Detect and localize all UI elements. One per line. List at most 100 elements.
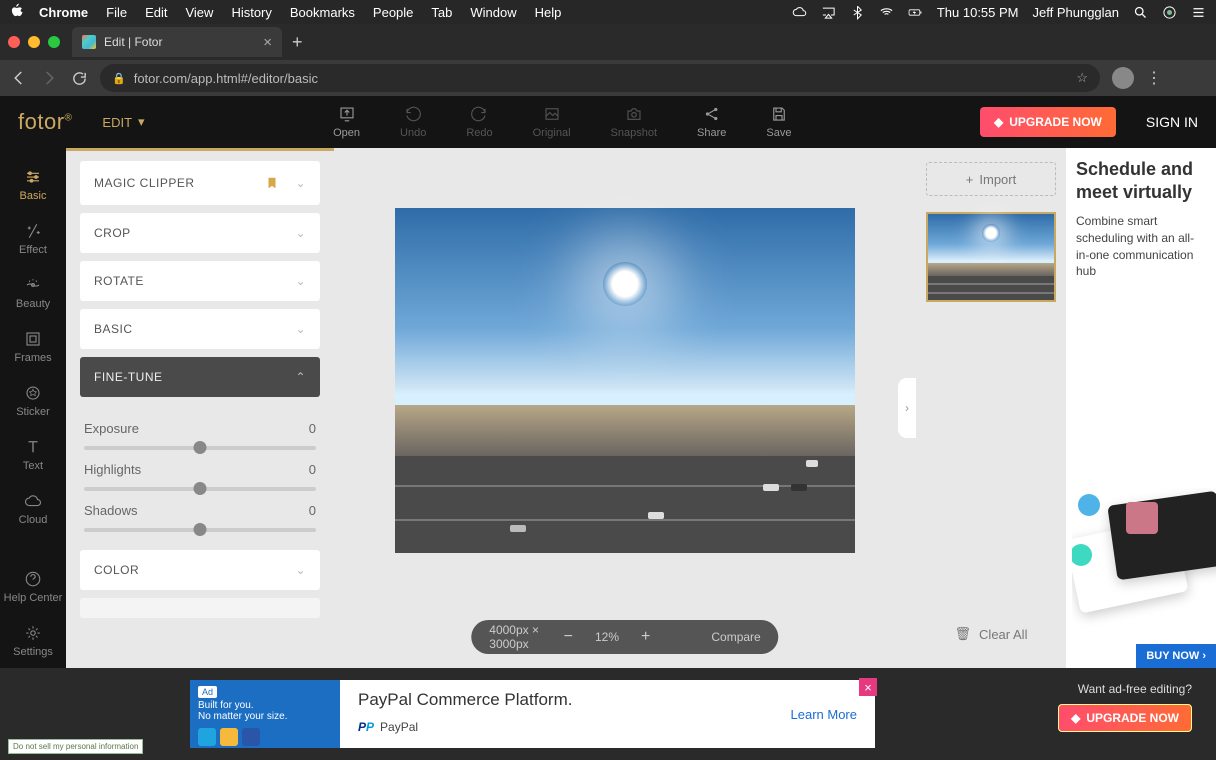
spotlight-icon[interactable] bbox=[1133, 5, 1148, 20]
menu-edit[interactable]: Edit bbox=[145, 5, 167, 20]
menu-view[interactable]: View bbox=[185, 5, 213, 20]
chevron-down-icon: ⌄ bbox=[295, 322, 306, 336]
shadows-slider[interactable] bbox=[84, 528, 316, 532]
undo-button[interactable]: Undo bbox=[400, 105, 426, 139]
accordion-crop[interactable]: CROP⌄ bbox=[80, 213, 320, 253]
image-thumbnail[interactable] bbox=[926, 212, 1056, 302]
window-minimize[interactable] bbox=[28, 36, 40, 48]
fotor-logo[interactable]: fotor® bbox=[18, 109, 72, 135]
ad-graphic bbox=[1072, 488, 1216, 628]
status-bluetooth-icon[interactable] bbox=[850, 5, 865, 20]
new-tab-button[interactable]: + bbox=[292, 32, 303, 53]
macos-menubar: Chrome File Edit View History Bookmarks … bbox=[0, 0, 1216, 24]
nav-reload-icon[interactable] bbox=[70, 69, 88, 87]
status-cloud-icon[interactable] bbox=[792, 5, 807, 20]
browser-tab[interactable]: Edit | Fotor × bbox=[72, 27, 282, 57]
accordion-magic-clipper[interactable]: MAGIC CLIPPER ⌄ bbox=[80, 161, 320, 205]
chevron-down-icon: ⌄ bbox=[295, 176, 306, 190]
ad-title: Schedule and meet virtually bbox=[1076, 158, 1206, 203]
accordion-finetune[interactable]: FINE-TUNE⌃ bbox=[80, 357, 320, 397]
save-button[interactable]: Save bbox=[766, 105, 791, 139]
profile-avatar[interactable] bbox=[1112, 67, 1134, 89]
chevron-down-icon: ⌄ bbox=[295, 226, 306, 240]
rail-text[interactable]: Text bbox=[0, 428, 66, 482]
fotor-topbar: fotor® EDIT▾ Open Undo Redo Original Sna… bbox=[0, 96, 1216, 148]
sidebar-ad[interactable]: Schedule and meet virtually Combine smar… bbox=[1066, 148, 1216, 668]
accordion-more[interactable] bbox=[80, 598, 320, 618]
bookmark-icon bbox=[265, 174, 279, 192]
compare-button[interactable]: Compare bbox=[711, 630, 760, 644]
rail-frames[interactable]: Frames bbox=[0, 320, 66, 374]
status-wifi-icon[interactable] bbox=[879, 5, 894, 20]
menu-history[interactable]: History bbox=[231, 5, 271, 20]
status-airplay-icon[interactable] bbox=[821, 5, 836, 20]
redo-button[interactable]: Redo bbox=[466, 105, 492, 139]
window-maximize[interactable] bbox=[48, 36, 60, 48]
nav-back-icon[interactable] bbox=[10, 69, 28, 87]
rail-basic[interactable]: Basic bbox=[0, 158, 66, 212]
zoom-in-button[interactable]: + bbox=[641, 628, 650, 646]
adfree-upgrade-button[interactable]: ◆UPGRADE NOW bbox=[1058, 704, 1192, 732]
accordion-color[interactable]: COLOR⌄ bbox=[80, 550, 320, 590]
menu-help[interactable]: Help bbox=[535, 5, 562, 20]
shadows-value: 0 bbox=[309, 503, 316, 518]
rail-settings[interactable]: Settings bbox=[0, 614, 66, 668]
signin-link[interactable]: SIGN IN bbox=[1146, 114, 1198, 130]
upgrade-button[interactable]: ◆UPGRADE NOW bbox=[980, 107, 1116, 137]
rail-sticker[interactable]: Sticker bbox=[0, 374, 66, 428]
import-button[interactable]: +Import bbox=[926, 162, 1056, 196]
bookmark-star-icon[interactable]: ☆ bbox=[1076, 70, 1088, 86]
panel-collapse-toggle[interactable]: › bbox=[898, 378, 916, 438]
menu-people[interactable]: People bbox=[373, 5, 413, 20]
share-button[interactable]: Share bbox=[697, 105, 726, 139]
canvas-image[interactable] bbox=[395, 208, 855, 553]
menu-window[interactable]: Window bbox=[470, 5, 516, 20]
highlights-slider[interactable] bbox=[84, 487, 316, 491]
main-area: Basic Effect Beauty Frames Sticker Text … bbox=[0, 148, 1216, 668]
tab-close-icon[interactable]: × bbox=[263, 34, 272, 51]
ad-cta-button[interactable]: BUY NOW › bbox=[1136, 644, 1216, 668]
siri-icon[interactable] bbox=[1162, 5, 1177, 20]
browser-menu-icon[interactable]: ⋮ bbox=[1146, 68, 1162, 88]
window-close[interactable] bbox=[8, 36, 20, 48]
ad-close-icon[interactable]: × bbox=[859, 678, 877, 696]
ad-headline: PayPal Commerce Platform. bbox=[358, 690, 773, 710]
do-not-sell-link[interactable]: Do not sell my personal information bbox=[8, 739, 143, 754]
ad-label: Ad bbox=[198, 686, 217, 698]
rail-beauty[interactable]: Beauty bbox=[0, 266, 66, 320]
url-text: fotor.com/app.html#/editor/basic bbox=[134, 71, 318, 86]
rail-cloud[interactable]: Cloud bbox=[0, 482, 66, 536]
menu-bookmarks[interactable]: Bookmarks bbox=[290, 5, 355, 20]
edit-dropdown[interactable]: EDIT▾ bbox=[102, 114, 144, 130]
snapshot-button[interactable]: Snapshot bbox=[611, 105, 657, 139]
exposure-slider[interactable] bbox=[84, 446, 316, 450]
ad-learn-more[interactable]: Learn More bbox=[791, 707, 857, 722]
menu-file[interactable]: File bbox=[106, 5, 127, 20]
url-field[interactable]: 🔒 fotor.com/app.html#/editor/basic ☆ bbox=[100, 64, 1100, 92]
menu-tab[interactable]: Tab bbox=[431, 5, 452, 20]
browser-address-bar: 🔒 fotor.com/app.html#/editor/basic ☆ ⋮ bbox=[0, 60, 1216, 96]
zoom-out-button[interactable]: − bbox=[564, 628, 573, 646]
status-clock[interactable]: Thu 10:55 PM bbox=[937, 5, 1019, 20]
highlights-label: Highlights bbox=[84, 462, 141, 477]
apple-icon[interactable] bbox=[10, 3, 25, 21]
shadows-label: Shadows bbox=[84, 503, 137, 518]
chevron-up-icon: ⌃ bbox=[295, 370, 306, 384]
canvas-area: › 4000px × 3000px − 12% + Compare bbox=[334, 148, 916, 668]
accordion-basic[interactable]: BASIC⌄ bbox=[80, 309, 320, 349]
control-center-icon[interactable] bbox=[1191, 5, 1206, 20]
accordion-rotate[interactable]: ROTATE⌄ bbox=[80, 261, 320, 301]
chevron-down-icon: ⌄ bbox=[295, 563, 306, 577]
rail-help[interactable]: Help Center bbox=[0, 560, 66, 614]
lock-icon: 🔒 bbox=[112, 72, 126, 85]
adjust-panel: MAGIC CLIPPER ⌄ CROP⌄ ROTATE⌄ BASIC⌄ FIN… bbox=[66, 148, 334, 668]
banner-ad[interactable]: Ad Built for you. No matter your size. P… bbox=[190, 680, 875, 748]
clear-all-button[interactable]: 🗑Clear All bbox=[955, 614, 1028, 654]
menu-app[interactable]: Chrome bbox=[39, 5, 88, 20]
rail-effect[interactable]: Effect bbox=[0, 212, 66, 266]
status-battery-icon[interactable] bbox=[908, 5, 923, 20]
open-button[interactable]: Open bbox=[333, 105, 360, 139]
status-username[interactable]: Jeff Phungglan bbox=[1033, 5, 1120, 20]
original-button[interactable]: Original bbox=[533, 105, 571, 139]
nav-forward-icon[interactable] bbox=[40, 69, 58, 87]
